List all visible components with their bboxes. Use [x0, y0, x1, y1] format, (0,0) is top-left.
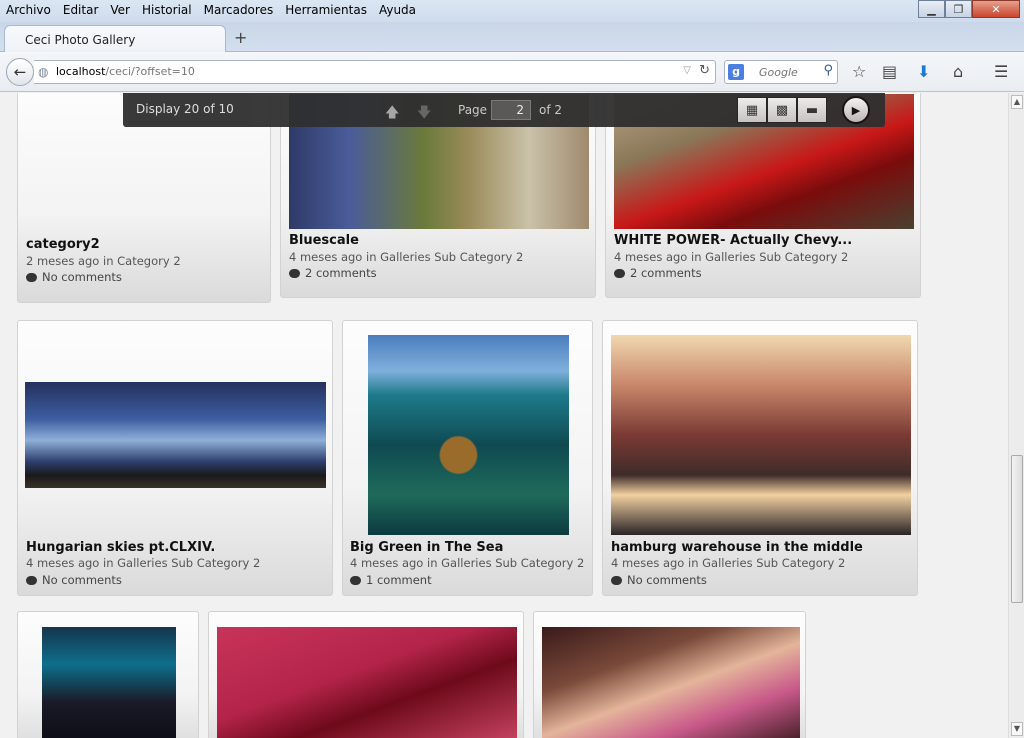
card-title[interactable]: Bluescale	[289, 233, 359, 248]
photo-gothic-girl[interactable]	[42, 627, 176, 738]
search-bar[interactable]: g Google ⚲	[724, 60, 838, 84]
close-window-button[interactable]: ✕	[972, 0, 1020, 18]
photo-hamburg-warehouse[interactable]	[611, 335, 911, 535]
vertical-scrollbar[interactable]: ▲ ▼	[1008, 93, 1024, 738]
menu-historial[interactable]: Historial	[136, 2, 198, 18]
menu-ayuda[interactable]: Ayuda	[373, 2, 422, 18]
card-comments[interactable]: 2 comments	[614, 266, 702, 280]
gallery-card[interactable]	[208, 611, 524, 738]
url-bar[interactable]: ◍ localhost/ceci/?offset=10 ▽ ↻	[34, 60, 716, 84]
tab-ceci-photo-gallery[interactable]: Ceci Photo Gallery	[4, 25, 226, 53]
card-meta: 4 meses ago in Galleries Sub Category 2	[611, 556, 846, 570]
downloads-icon[interactable]: ⬇	[917, 62, 930, 81]
arrow-up-icon[interactable]: 🡅	[385, 102, 399, 126]
bookmark-star-icon[interactable]: ☆	[852, 62, 866, 81]
menu-archivo[interactable]: Archivo	[0, 2, 57, 18]
card-meta: 4 meses ago in Galleries Sub Category 2	[26, 556, 261, 570]
browser-window: Archivo Editar Ver Historial Marcadores …	[0, 0, 1024, 738]
menu-icon[interactable]: ☰	[994, 62, 1008, 81]
play-icon: ▶	[851, 103, 861, 117]
card-title[interactable]: Hungarian skies pt.CLXIV.	[26, 540, 215, 555]
menu-editar[interactable]: Editar	[57, 2, 105, 18]
card-comments[interactable]: No comments	[26, 573, 122, 587]
navigation-bar: ← ◍ localhost/ceci/?offset=10 ▽ ↻ g Goog…	[0, 52, 1024, 92]
scroll-down-icon[interactable]: ▼	[1011, 722, 1023, 736]
slideshow-play-button[interactable]: ▶	[842, 96, 870, 124]
arrow-left-icon: ←	[13, 63, 27, 81]
gallery-toolbar: Display 20 of 10 🡅 🡇 Page : 2 of 2 ▦ ▩ ▬…	[123, 93, 885, 127]
card-title[interactable]: Big Green in The Sea	[350, 540, 503, 555]
comment-icon	[289, 269, 300, 278]
scroll-up-icon[interactable]: ▲	[1011, 95, 1023, 109]
menu-bar: Archivo Editar Ver Historial Marcadores …	[0, 0, 1024, 22]
photo-big-green-sea[interactable]	[368, 335, 569, 535]
bookmarks-list-icon[interactable]: ▤	[882, 62, 897, 81]
gallery-card[interactable]	[533, 611, 806, 738]
card-meta: 4 meses ago in Galleries Sub Category 2	[350, 556, 585, 570]
gallery-card[interactable]: Hungarian skies pt.CLXIV. 4 meses ago in…	[17, 320, 333, 596]
reload-icon[interactable]: ↻	[699, 63, 710, 78]
photo-jessica-rabbit[interactable]	[542, 627, 800, 738]
tab-title: Ceci Photo Gallery	[25, 33, 136, 47]
tab-strip: Ceci Photo Gallery +	[0, 22, 1024, 53]
card-title[interactable]: WHITE POWER- Actually Chevy...	[614, 233, 852, 248]
menu-marcadores[interactable]: Marcadores	[198, 2, 280, 18]
new-tab-button[interactable]: +	[234, 28, 247, 47]
page-content: category2 2 meses ago in Category 2 No c…	[0, 93, 1008, 738]
gallery-card[interactable]	[17, 611, 199, 738]
dropdown-arrow-icon[interactable]: ▽	[683, 65, 691, 76]
card-comments[interactable]: 1 comment	[350, 573, 432, 587]
display-count: Display 20 of 10	[136, 102, 234, 116]
page-input[interactable]: 2	[491, 100, 531, 120]
minimize-button[interactable]: ▁	[918, 0, 945, 18]
scroll-thumb[interactable]	[1011, 455, 1023, 603]
window-controls: ▁ ❐ ✕	[918, 0, 1020, 19]
search-icon[interactable]: ⚲	[823, 63, 833, 78]
photo-red-latex[interactable]	[217, 627, 517, 738]
card-meta: 4 meses ago in Galleries Sub Category 2	[614, 250, 849, 264]
gallery-card[interactable]: hamburg warehouse in the middle 4 meses …	[602, 320, 918, 596]
menu-ver[interactable]: Ver	[104, 2, 136, 18]
photo-hungarian-skies[interactable]	[25, 382, 326, 488]
home-icon[interactable]: ⌂	[953, 62, 963, 81]
grid-small-icon[interactable]: ▩	[767, 97, 797, 123]
list-view-icon[interactable]: ▬	[797, 97, 827, 123]
comment-icon	[26, 273, 37, 282]
comment-icon	[350, 576, 361, 585]
google-icon[interactable]: g	[728, 64, 744, 80]
menu-herramientas[interactable]: Herramientas	[279, 2, 373, 18]
comment-icon	[26, 576, 37, 585]
arrow-down-icon[interactable]: 🡇	[417, 102, 431, 126]
page-total: of 2	[539, 103, 563, 117]
view-mode-buttons: ▦ ▩ ▬	[737, 97, 827, 123]
comment-icon	[614, 269, 625, 278]
card-meta: 4 meses ago in Galleries Sub Category 2	[289, 250, 524, 264]
card-comments[interactable]: No comments	[26, 270, 122, 284]
page-label: Page :	[458, 103, 495, 117]
card-title[interactable]: hamburg warehouse in the middle	[611, 540, 863, 555]
grid-large-icon[interactable]: ▦	[737, 97, 767, 123]
url-text: localhost/ceci/?offset=10	[56, 65, 195, 78]
search-placeholder: Google	[759, 66, 798, 79]
card-comments[interactable]: 2 comments	[289, 266, 377, 280]
globe-icon: ◍	[38, 65, 49, 79]
comment-icon	[611, 576, 622, 585]
card-title[interactable]: category2	[26, 237, 100, 252]
back-button[interactable]: ←	[6, 58, 34, 86]
card-meta: 2 meses ago in Category 2	[26, 254, 181, 268]
card-comments[interactable]: No comments	[611, 573, 707, 587]
gallery-card[interactable]: Big Green in The Sea 4 meses ago in Gall…	[342, 320, 593, 596]
restore-button[interactable]: ❐	[945, 0, 972, 18]
